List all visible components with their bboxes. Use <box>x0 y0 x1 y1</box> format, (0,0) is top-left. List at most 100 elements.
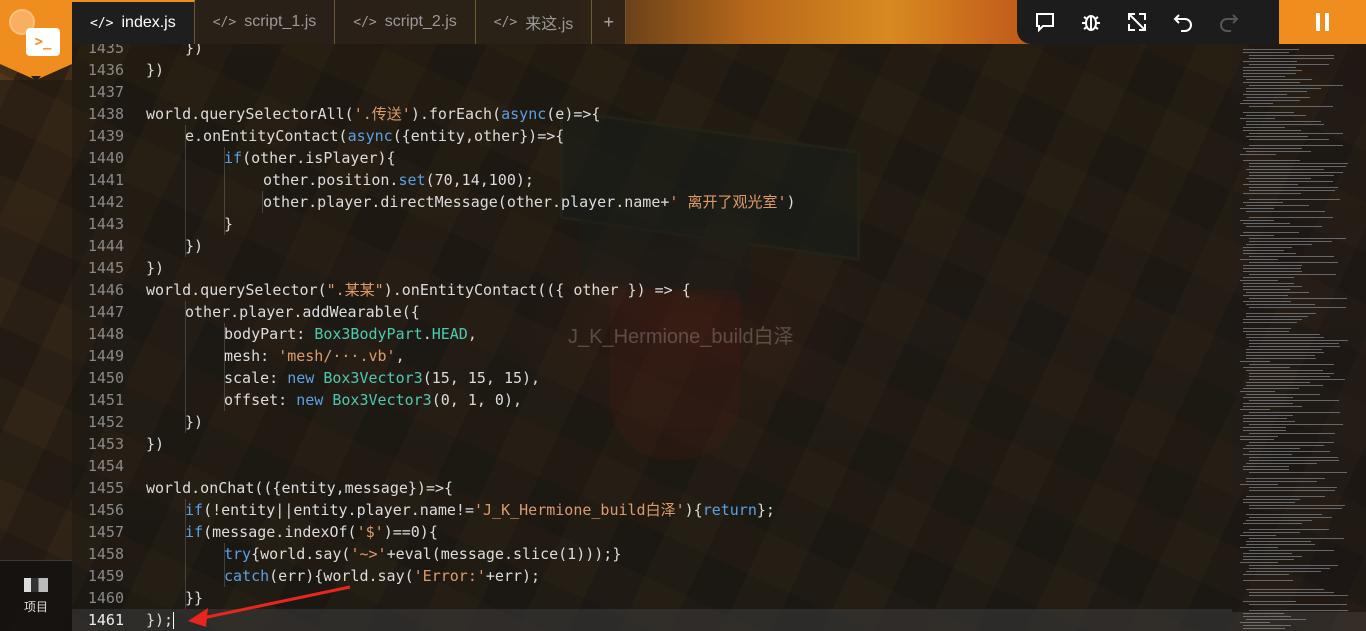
minimap-line <box>1243 265 1302 266</box>
code-line[interactable]: 1457 if(message.indexOf('$')==0){ <box>72 521 1232 543</box>
minimap-line <box>1246 316 1308 317</box>
line-number: 1445 <box>87 259 124 277</box>
line-number: 1453 <box>87 435 124 453</box>
minimap-line <box>1246 79 1312 80</box>
tab-laizhe-js[interactable]: </> 来这.js <box>475 0 593 44</box>
code-text: bodyPart: Box3BodyPart.HEAD, <box>224 325 477 343</box>
minimap-line <box>1249 133 1343 134</box>
code-minimap[interactable] <box>1232 44 1366 631</box>
minimap-line <box>1243 67 1296 68</box>
minimap-line <box>1249 460 1339 461</box>
minimap-line <box>1249 376 1330 377</box>
minimap-line <box>1246 292 1309 293</box>
line-number: 1439 <box>87 127 124 145</box>
expand-icon[interactable] <box>1123 8 1151 36</box>
tab-script-2-js[interactable]: </> script_2.js <box>335 0 476 44</box>
code-line[interactable]: 1436}) <box>72 59 1232 81</box>
code-line[interactable]: 1446 world.querySelector(".某某").onEntityC… <box>72 279 1232 301</box>
minimap-line <box>1243 367 1290 368</box>
redo-icon[interactable] <box>1215 8 1243 36</box>
minimap-line <box>1249 256 1334 257</box>
minimap-line <box>1243 202 1283 203</box>
minimap-line <box>1243 625 1291 626</box>
minimap-line <box>1246 178 1311 179</box>
code-line[interactable]: 1458 try{world.say('~>'+eval(message.slic… <box>72 543 1232 565</box>
annotation-arrow <box>188 585 351 627</box>
minimap-line <box>1243 319 1302 320</box>
code-line[interactable]: 1445}) <box>72 257 1232 279</box>
minimap-line <box>1246 226 1322 227</box>
minimap-line <box>1249 451 1330 452</box>
minimap-line <box>1243 193 1301 194</box>
minimap-line <box>1243 553 1292 554</box>
code-line[interactable]: 1439 e.onEntityContact(async({entity,othe… <box>72 125 1232 147</box>
project-button[interactable]: 项目 <box>0 560 72 631</box>
minimap-line <box>1249 490 1335 491</box>
terminal-icon: >_ <box>26 28 60 56</box>
tab-index-js[interactable]: </> index.js <box>72 0 195 44</box>
code-line[interactable]: 1437 <box>72 81 1232 103</box>
minimap-line <box>1249 145 1343 146</box>
line-number: 1458 <box>87 545 124 563</box>
minimap-line <box>1243 448 1300 449</box>
minimap-line <box>1243 301 1291 302</box>
minimap-line <box>1243 52 1289 53</box>
pause-icon-bar <box>1316 13 1320 31</box>
code-line[interactable]: 1441 other.position.set(70,14,100); <box>72 169 1232 191</box>
minimap-line <box>1249 58 1334 59</box>
code-line[interactable]: 1452}) <box>72 411 1232 433</box>
minimap-line <box>1246 211 1325 212</box>
undo-icon[interactable] <box>1169 8 1197 36</box>
minimap-line <box>1243 286 1302 287</box>
code-line[interactable]: 1435}) <box>72 44 1232 59</box>
chat-icon[interactable] <box>1031 8 1059 36</box>
minimap-line <box>1243 49 1299 50</box>
minimap-line <box>1246 520 1312 521</box>
code-icon: </> <box>90 15 114 31</box>
minimap-line <box>1243 418 1287 419</box>
code-line[interactable]: 1442 other.player.directMessage(other.pla… <box>72 191 1232 213</box>
indent-guide <box>224 147 225 235</box>
code-line[interactable]: 1444}) <box>72 235 1232 257</box>
minimap-line <box>1243 268 1301 269</box>
code-line[interactable]: 1454 <box>72 455 1232 477</box>
pause-button[interactable] <box>1279 0 1366 44</box>
minimap-line <box>1243 328 1291 329</box>
minimap-line <box>1246 205 1309 206</box>
tab-script-1-js[interactable]: </> script_1.js <box>194 0 336 44</box>
code-line[interactable]: 1455 world.onChat(({entity,message})=>{ <box>72 477 1232 499</box>
minimap-line <box>1243 469 1289 470</box>
chevron-down-icon[interactable] <box>31 76 41 82</box>
tab-label: index.js <box>121 14 176 31</box>
minimap-line <box>1249 364 1334 365</box>
code-line[interactable]: 1456 if(!entity||entity.player.name!='J_K… <box>72 499 1232 521</box>
code-text: if(other.isPlayer){ <box>224 149 396 167</box>
code-line[interactable]: 1450 scale: new Box3Vector3(15, 15, 15), <box>72 367 1232 389</box>
minimap-line <box>1243 82 1300 83</box>
line-number: 1435 <box>87 44 124 57</box>
code-line[interactable]: 1453}) <box>72 433 1232 455</box>
minimap-line <box>1249 433 1335 434</box>
code-line[interactable]: 1451 offset: new Box3Vector3(0, 1, 0), <box>72 389 1232 411</box>
app-logo-menu[interactable]: >_ <box>0 0 72 80</box>
line-number: 1451 <box>87 391 124 409</box>
debug-bug-icon[interactable] <box>1077 8 1105 36</box>
minimap-line <box>1249 550 1334 551</box>
indent-guide <box>185 301 186 433</box>
minimap-line <box>1249 166 1346 167</box>
minimap-line <box>1246 355 1315 356</box>
minimap-line <box>1243 454 1292 455</box>
minimap-line <box>1243 94 1287 95</box>
minimap-line <box>1249 298 1347 299</box>
minimap-line <box>1249 517 1332 518</box>
code-line[interactable]: 1438 world.querySelectorAll('.传送').forEac… <box>72 103 1232 125</box>
minimap-line <box>1249 340 1348 341</box>
minimap-line <box>1240 154 1276 155</box>
project-label: 项目 <box>23 599 48 614</box>
code-line[interactable]: 1440 if(other.isPlayer){ <box>72 147 1232 169</box>
code-line[interactable]: 1443} <box>72 213 1232 235</box>
minimap-line <box>1243 628 1285 629</box>
code-text: try{world.say('~>'+eval(message.slice(1)… <box>224 545 622 563</box>
add-tab-button[interactable]: + <box>592 0 627 44</box>
indent-guide <box>262 191 263 213</box>
